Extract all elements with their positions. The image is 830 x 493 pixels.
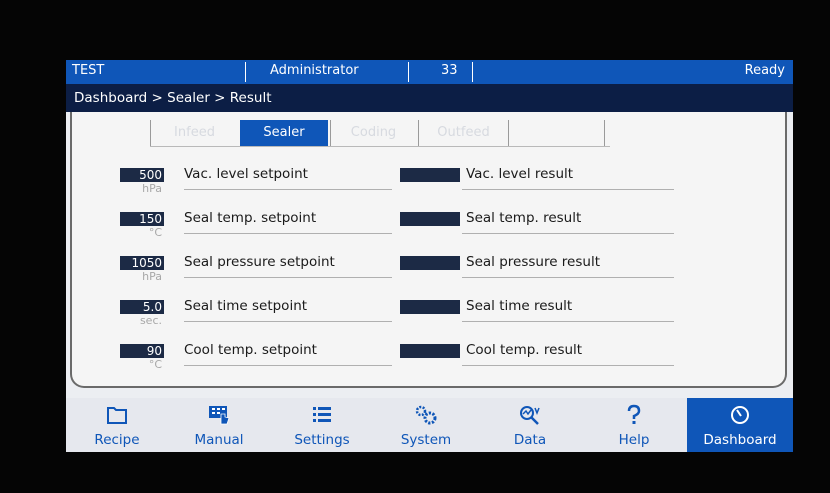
- setpoint-label: Seal time setpoint: [184, 298, 308, 314]
- result-value: [400, 344, 460, 358]
- status-state: Ready: [744, 63, 785, 78]
- result-label: Vac. level result: [466, 166, 574, 182]
- nav-dashboard-button[interactable]: Dashboard: [687, 398, 793, 452]
- result-label: Seal time result: [466, 298, 573, 314]
- gauge-icon: [731, 406, 749, 424]
- tab-bar: Infeed Sealer Coding Outfeed: [72, 120, 785, 146]
- gears-icon: [415, 405, 437, 425]
- setpoint-label: Vac. level setpoint: [184, 166, 308, 182]
- nav-data-button[interactable]: Data: [478, 398, 582, 452]
- setpoint-unit: °C: [148, 226, 162, 239]
- hmi-screen: TEST Administrator 33 Ready Dashboard > …: [66, 60, 793, 452]
- param-row-seal-pressure: 1050 hPa Seal pressure setpoint Seal pre…: [72, 254, 785, 296]
- param-row-seal-temp: 150 °C Seal temp. setpoint Seal temp. re…: [72, 210, 785, 252]
- tab-underline: [150, 146, 610, 147]
- setpoint-unit: °C: [148, 358, 162, 371]
- nav-label: Dashboard: [703, 432, 777, 448]
- setpoint-label: Seal temp. setpoint: [184, 210, 317, 226]
- tab-sealer[interactable]: Sealer: [240, 120, 328, 146]
- param-row-cool-temp: 90 °C Cool temp. setpoint Cool temp. res…: [72, 342, 785, 384]
- nav-label: Manual: [194, 432, 244, 448]
- underline: [184, 189, 392, 190]
- breadcrumb: Dashboard > Sealer > Result: [74, 90, 272, 106]
- setpoint-unit: hPa: [142, 182, 162, 195]
- breadcrumb-bar: Dashboard > Sealer > Result: [66, 84, 793, 112]
- device-bezel: TEST Administrator 33 Ready Dashboard > …: [0, 0, 830, 493]
- result-value: [400, 300, 460, 314]
- underline: [184, 321, 392, 322]
- setpoint-value[interactable]: 5.0: [120, 300, 164, 314]
- setpoint-value[interactable]: 1050: [120, 256, 164, 270]
- nav-recipe-button[interactable]: Recipe: [66, 398, 168, 452]
- underline: [184, 365, 392, 366]
- hand-keypad-icon: [209, 406, 230, 425]
- nav-label: Settings: [294, 432, 350, 448]
- status-machine-name: TEST: [72, 63, 105, 78]
- setpoint-unit: sec.: [139, 314, 162, 327]
- underline: [184, 277, 392, 278]
- underline: [462, 189, 674, 190]
- status-user[interactable]: Administrator: [270, 63, 359, 78]
- tab-coding[interactable]: Coding: [330, 120, 416, 146]
- nav-help-button[interactable]: Help: [582, 398, 686, 452]
- result-label: Cool temp. result: [466, 342, 583, 358]
- tab-divider: [508, 120, 509, 146]
- nav-system-button[interactable]: System: [374, 398, 478, 452]
- status-separator: [472, 62, 473, 82]
- search-chart-icon: [520, 406, 540, 425]
- result-value: [400, 256, 460, 270]
- setpoint-value[interactable]: 90: [120, 344, 164, 358]
- folder-icon: [107, 407, 127, 424]
- setpoint-value[interactable]: 150: [120, 212, 164, 226]
- setpoint-label: Cool temp. setpoint: [184, 342, 317, 358]
- result-label: Seal pressure result: [466, 254, 600, 270]
- tab-infeed[interactable]: Infeed: [150, 120, 238, 146]
- result-value: [400, 168, 460, 182]
- result-panel: Infeed Sealer Coding Outfeed 500 hPa Vac…: [70, 112, 787, 388]
- param-row-vac-level: 500 hPa Vac. level setpoint Vac. level r…: [72, 166, 785, 208]
- param-row-seal-time: 5.0 sec. Seal time setpoint Seal time re…: [72, 298, 785, 340]
- status-separator: [408, 62, 409, 82]
- bottom-nav: Recipe Manual Settings System Data Help …: [66, 398, 793, 452]
- nav-label: Recipe: [94, 432, 140, 448]
- underline: [462, 365, 674, 366]
- setpoint-unit: hPa: [142, 270, 162, 283]
- tab-divider: [604, 120, 605, 146]
- status-separator: [245, 62, 246, 82]
- nav-label: Data: [513, 432, 547, 448]
- nav-label: System: [400, 432, 452, 448]
- list-icon: [313, 407, 331, 422]
- setpoint-label: Seal pressure setpoint: [184, 254, 335, 270]
- tab-outfeed[interactable]: Outfeed: [418, 120, 508, 146]
- nav-manual-button[interactable]: Manual: [168, 398, 270, 452]
- result-value: [400, 212, 460, 226]
- setpoint-value[interactable]: 500: [120, 168, 164, 182]
- status-count: 33: [441, 63, 458, 78]
- status-bar: TEST Administrator 33 Ready: [66, 60, 793, 84]
- underline: [462, 321, 674, 322]
- underline: [462, 233, 674, 234]
- nav-label: Help: [618, 432, 650, 448]
- question-icon: [627, 404, 641, 424]
- result-label: Seal temp. result: [466, 210, 582, 226]
- underline: [462, 277, 674, 278]
- nav-settings-button[interactable]: Settings: [270, 398, 374, 452]
- underline: [184, 233, 392, 234]
